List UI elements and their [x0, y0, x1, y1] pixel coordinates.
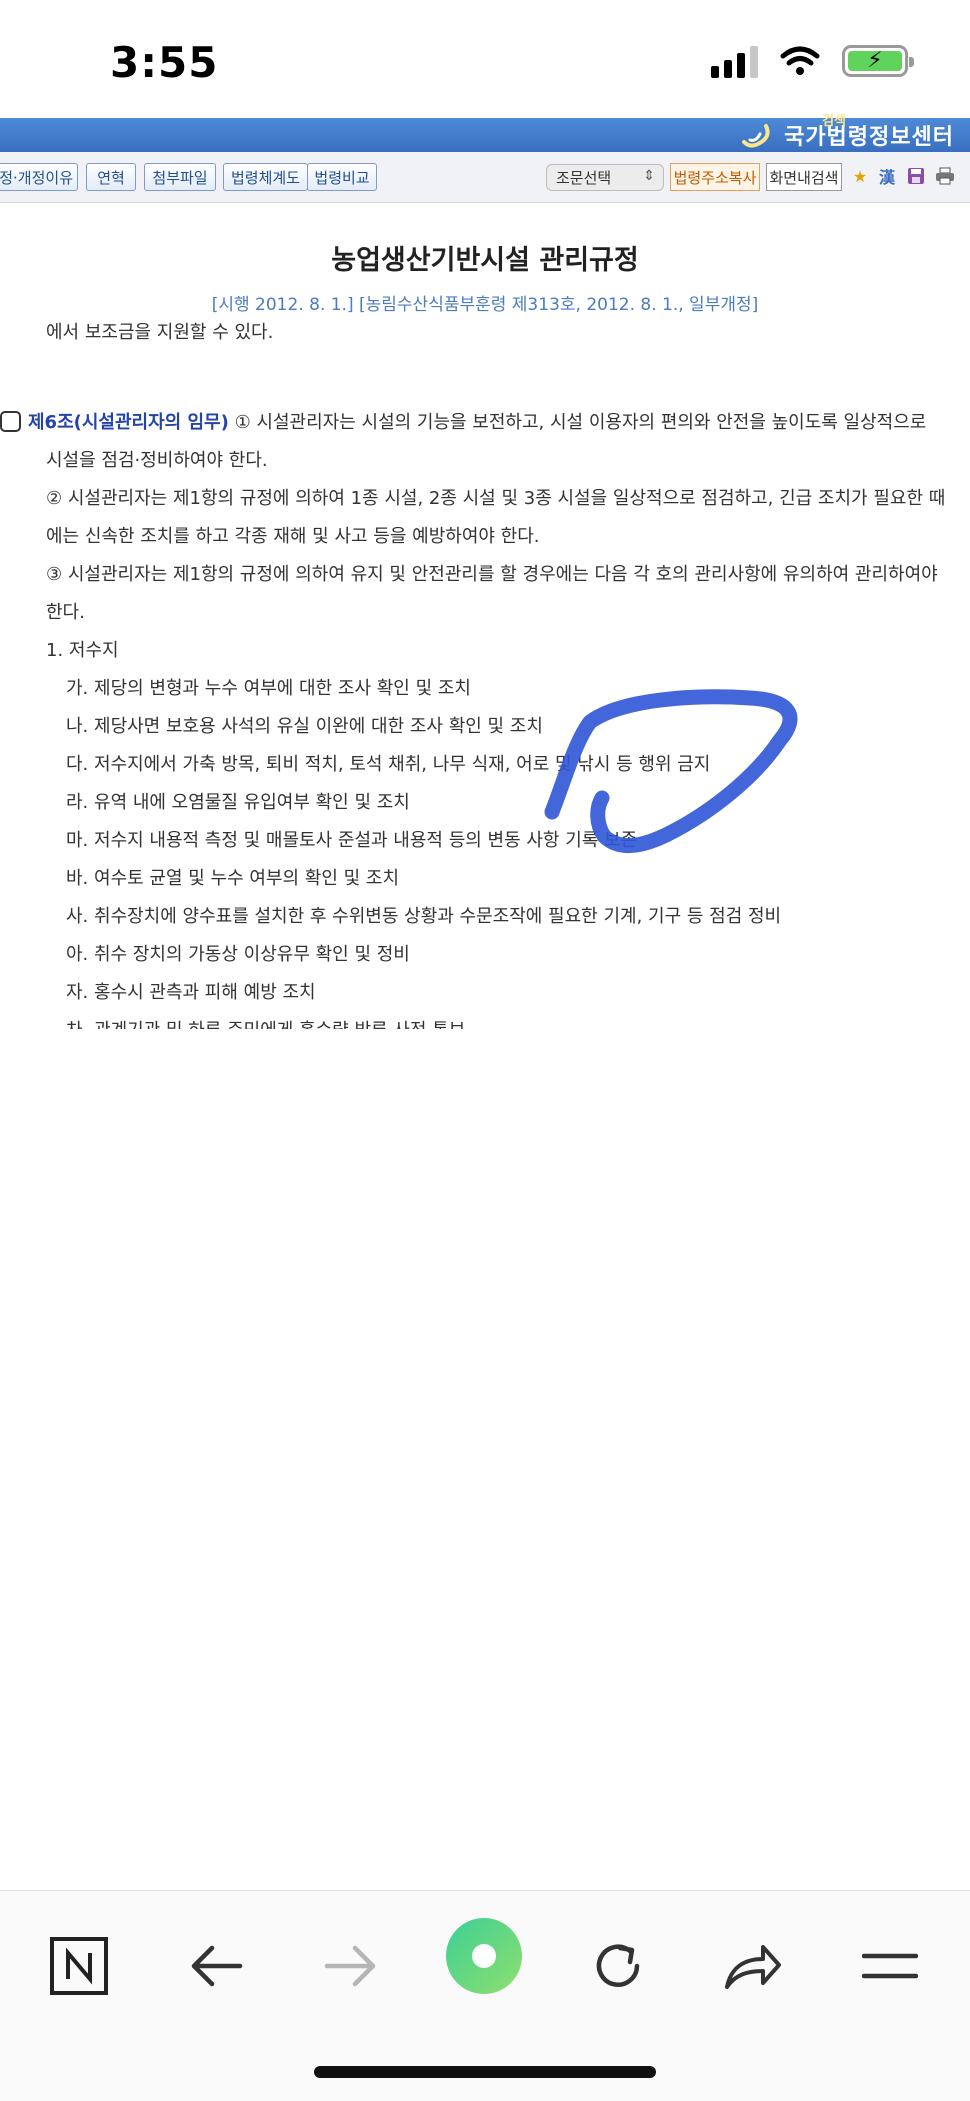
article-text-line: ③ 시설관리자는 제1항의 규정에 의하여 유지 및 안전관리를 할 경우에는 … — [46, 564, 938, 585]
law-compare-button[interactable]: 법령비교 — [307, 163, 377, 191]
site-header: 검색 국가법령정보센터 — [0, 114, 970, 152]
site-logo[interactable]: 검색 국가법령정보센터 — [740, 114, 954, 152]
article-text-line: ② 시설관리자는 제1항의 규정에 의하여 1종 시설, 2종 시설 및 3종 … — [46, 488, 946, 509]
attachments-button[interactable]: 첨부파일 — [144, 163, 216, 191]
sub-item: 바. 여수토 균열 및 누수 여부의 확인 및 조치 — [66, 868, 400, 889]
sub-item: 다. 저수지에서 가축 방목, 퇴비 적치, 토석 채취, 나무 식재, 어로 … — [66, 754, 711, 775]
home-indicator[interactable] — [314, 2066, 656, 2078]
copy-address-button[interactable]: 법령주소복사 — [670, 163, 760, 191]
logo-swirl-icon — [742, 124, 770, 148]
amendment-reason-button[interactable]: 제정·개정이유 — [0, 163, 78, 191]
naver-home-icon[interactable] — [39, 1926, 119, 2006]
article-select[interactable]: 조문선택 ⇕ — [546, 164, 664, 191]
sub-item: 마. 저수지 내용적 측정 및 매몰토사 준설과 내용적 등의 변동 사항 기록… — [66, 830, 638, 851]
status-bar: 3:55 ⚡ — [0, 0, 970, 118]
forward-arrow-icon — [311, 1926, 391, 2006]
document-title: 농업생산기반시설 관리규정 — [331, 245, 639, 276]
article-6-line: 제6조(시설관리자의 임무) ① 시설관리자는 시설의 기능을 보전하고, 시설… — [28, 408, 926, 434]
item-heading-reservoir: 1. 저수지 — [46, 640, 119, 661]
toolbar: 제정·개정이유 연혁 첨부파일 법령체계도 법령비교 조문선택 ⇕ 법령주소복사… — [0, 152, 970, 203]
in-screen-search-button[interactable]: 화면내검색 — [766, 163, 842, 191]
site-logo-text: 국가법령정보센터 — [784, 125, 954, 150]
article-text-line: 에는 신속한 조치를 하고 각종 재해 및 사고 등을 예방하여야 한다. — [46, 526, 540, 547]
sub-item: 가. 제당의 변형과 누수 여부에 대한 조사 확인 및 조치 — [66, 678, 471, 699]
document-subtitle: [시행 2012. 8. 1.] [농림수산식품부훈령 제313호, 2012.… — [211, 295, 759, 315]
article-select-value: 조문선택 — [556, 169, 612, 187]
site-logo-small: 검색 — [822, 114, 846, 129]
star-icon[interactable]: ★ — [849, 165, 871, 187]
back-arrow-icon[interactable] — [176, 1926, 256, 2006]
sub-item: 아. 취수 장치의 가동상 이상유무 확인 및 정비 — [66, 944, 410, 965]
sub-item-cut-off: 차. 관계기관 및 하류 주민에게 홍수량 방류 사전 통보 — [66, 1016, 465, 1029]
reload-icon[interactable] — [578, 1926, 658, 2006]
wifi-icon — [780, 46, 820, 75]
share-icon[interactable] — [713, 1926, 793, 2006]
sub-item: 나. 제당사면 보호용 사석의 유실 이완에 대한 조사 확인 및 조치 — [66, 716, 543, 737]
article-text-line: 한다. — [46, 602, 85, 623]
law-system-chart-button[interactable]: 법령체계도 — [223, 163, 308, 191]
previous-article-tail: 에서 보조금을 지원할 수 있다. — [46, 322, 274, 343]
history-button[interactable]: 연혁 — [86, 163, 136, 191]
article-6-clause-1: ① 시설관리자는 시설의 기능을 보전하고, 시설 이용자의 편의와 안전을 높… — [228, 412, 927, 433]
save-icon[interactable] — [905, 165, 927, 187]
cellular-signal-icon — [711, 44, 758, 78]
menu-icon[interactable] — [850, 1926, 930, 2006]
hanja-icon[interactable]: 漢 — [876, 165, 898, 187]
sub-item: 라. 유역 내에 오염물질 유입여부 확인 및 조치 — [66, 792, 410, 813]
status-icons: ⚡ — [711, 44, 914, 78]
sub-item: 사. 취수장치에 양수표를 설치한 후 수위변동 상황과 수문조작에 필요한 기… — [66, 906, 782, 927]
chevron-updown-icon: ⇕ — [643, 168, 655, 184]
status-time: 3:55 — [110, 38, 219, 87]
sub-item: 자. 홍수시 관측과 피해 예방 조치 — [66, 982, 316, 1003]
battery-charging-icon: ⚡ — [842, 45, 914, 77]
cut-off-line-container: 차. 관계기관 및 하류 주민에게 홍수량 방류 사전 통보 — [0, 1016, 970, 1029]
article-6-heading[interactable]: 제6조(시설관리자의 임무) — [28, 412, 229, 433]
article-text-line: 시설을 점검·정비하여야 한다. — [46, 450, 268, 471]
article-checkbox[interactable] — [0, 411, 21, 432]
green-dot-icon[interactable] — [444, 1916, 524, 1996]
print-icon[interactable] — [934, 165, 956, 187]
